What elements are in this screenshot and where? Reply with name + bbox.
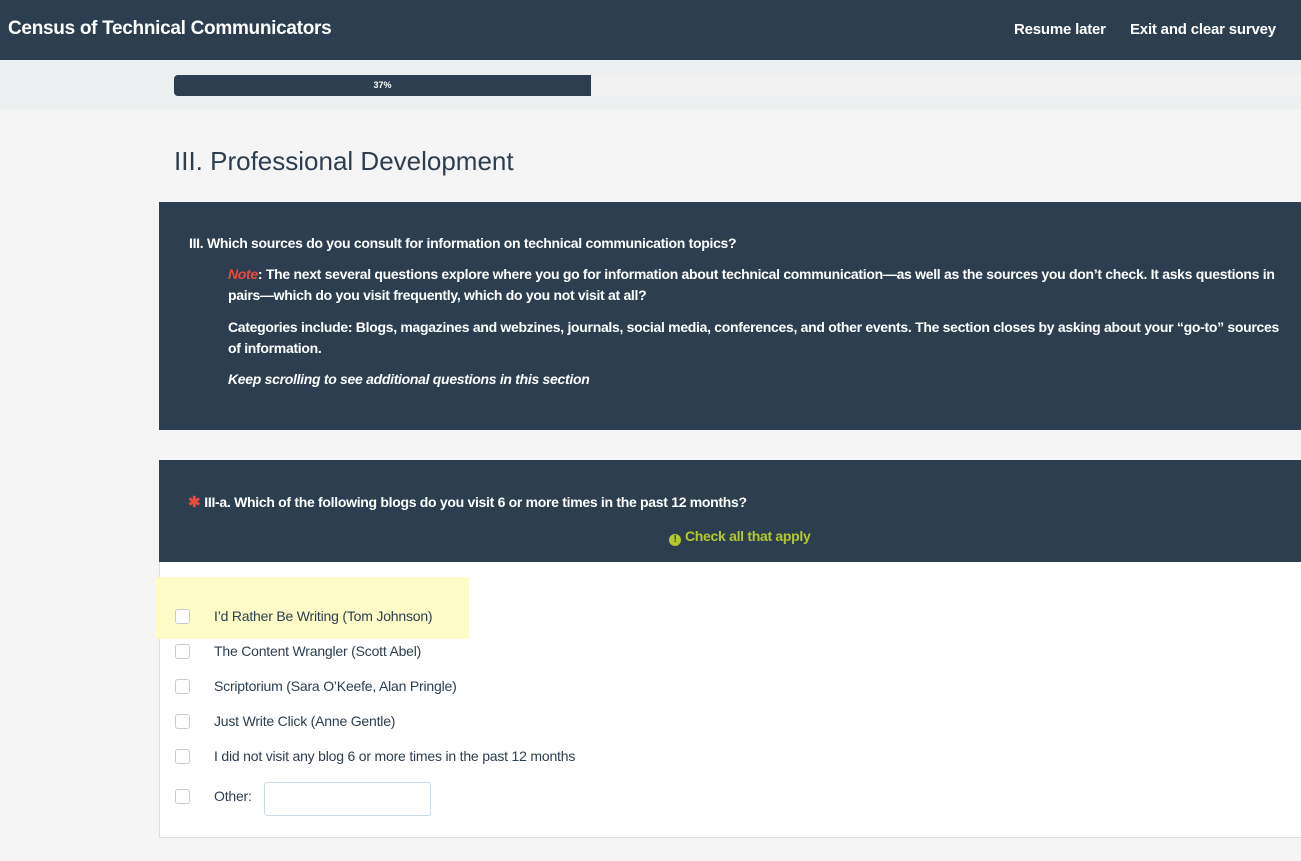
checkbox[interactable]	[175, 644, 190, 659]
intro-scroll-hint: Keep scrolling to see additional questio…	[228, 371, 590, 387]
answer-label[interactable]: Just Write Click (Anne Gentle)	[214, 713, 395, 729]
section-title: III. Professional Development	[174, 146, 514, 176]
intro-question: III. Which sources do you consult for in…	[189, 235, 737, 251]
question-tip: ! Check all that apply	[669, 528, 811, 546]
exclamation-circle-icon: !	[669, 534, 681, 546]
tip-text: Check all that apply	[685, 528, 811, 544]
answer-label[interactable]: I’d Rather Be Writing (Tom Johnson)	[214, 608, 433, 624]
question-header: ✱ III-a. Which of the following blogs do …	[159, 460, 1301, 562]
checkbox[interactable]	[175, 679, 190, 694]
intro-categories: Categories include: Blogs, magazines and…	[228, 319, 1279, 356]
survey-title: Census of Technical Communicators	[8, 18, 332, 39]
answer-label[interactable]: Other:	[214, 788, 252, 804]
checkbox[interactable]	[175, 609, 190, 624]
answer-label[interactable]: I did not visit any blog 6 or more times…	[214, 748, 575, 764]
answer-label[interactable]: Scriptorium (Sara O’Keefe, Alan Pringle)	[214, 678, 457, 694]
note-text: : The next several questions explore whe…	[228, 266, 1275, 303]
checkbox[interactable]	[175, 714, 190, 729]
progress-bar: 37%	[174, 75, 1301, 96]
required-asterisk-icon: ✱	[188, 494, 201, 511]
question-label: III-a. Which of the following blogs do y…	[204, 494, 747, 510]
note-label: Note	[228, 266, 258, 282]
question-text: ✱ III-a. Which of the following blogs do …	[188, 493, 747, 511]
answer-label[interactable]: The Content Wrangler (Scott Abel)	[214, 643, 421, 659]
other-text-field[interactable]	[264, 782, 431, 816]
checkbox[interactable]	[175, 789, 190, 804]
top-navbar: Census of Technical Communicators Resume…	[0, 0, 1301, 60]
progress-fill: 37%	[174, 75, 591, 96]
exit-clear-survey-link[interactable]: Exit and clear survey	[1130, 21, 1276, 38]
resume-later-link[interactable]: Resume later	[1014, 21, 1106, 38]
checkbox[interactable]	[175, 749, 190, 764]
intro-note: Note: The next several questions explore…	[228, 264, 1292, 306]
section-intro-box: III. Which sources do you consult for in…	[159, 202, 1301, 430]
